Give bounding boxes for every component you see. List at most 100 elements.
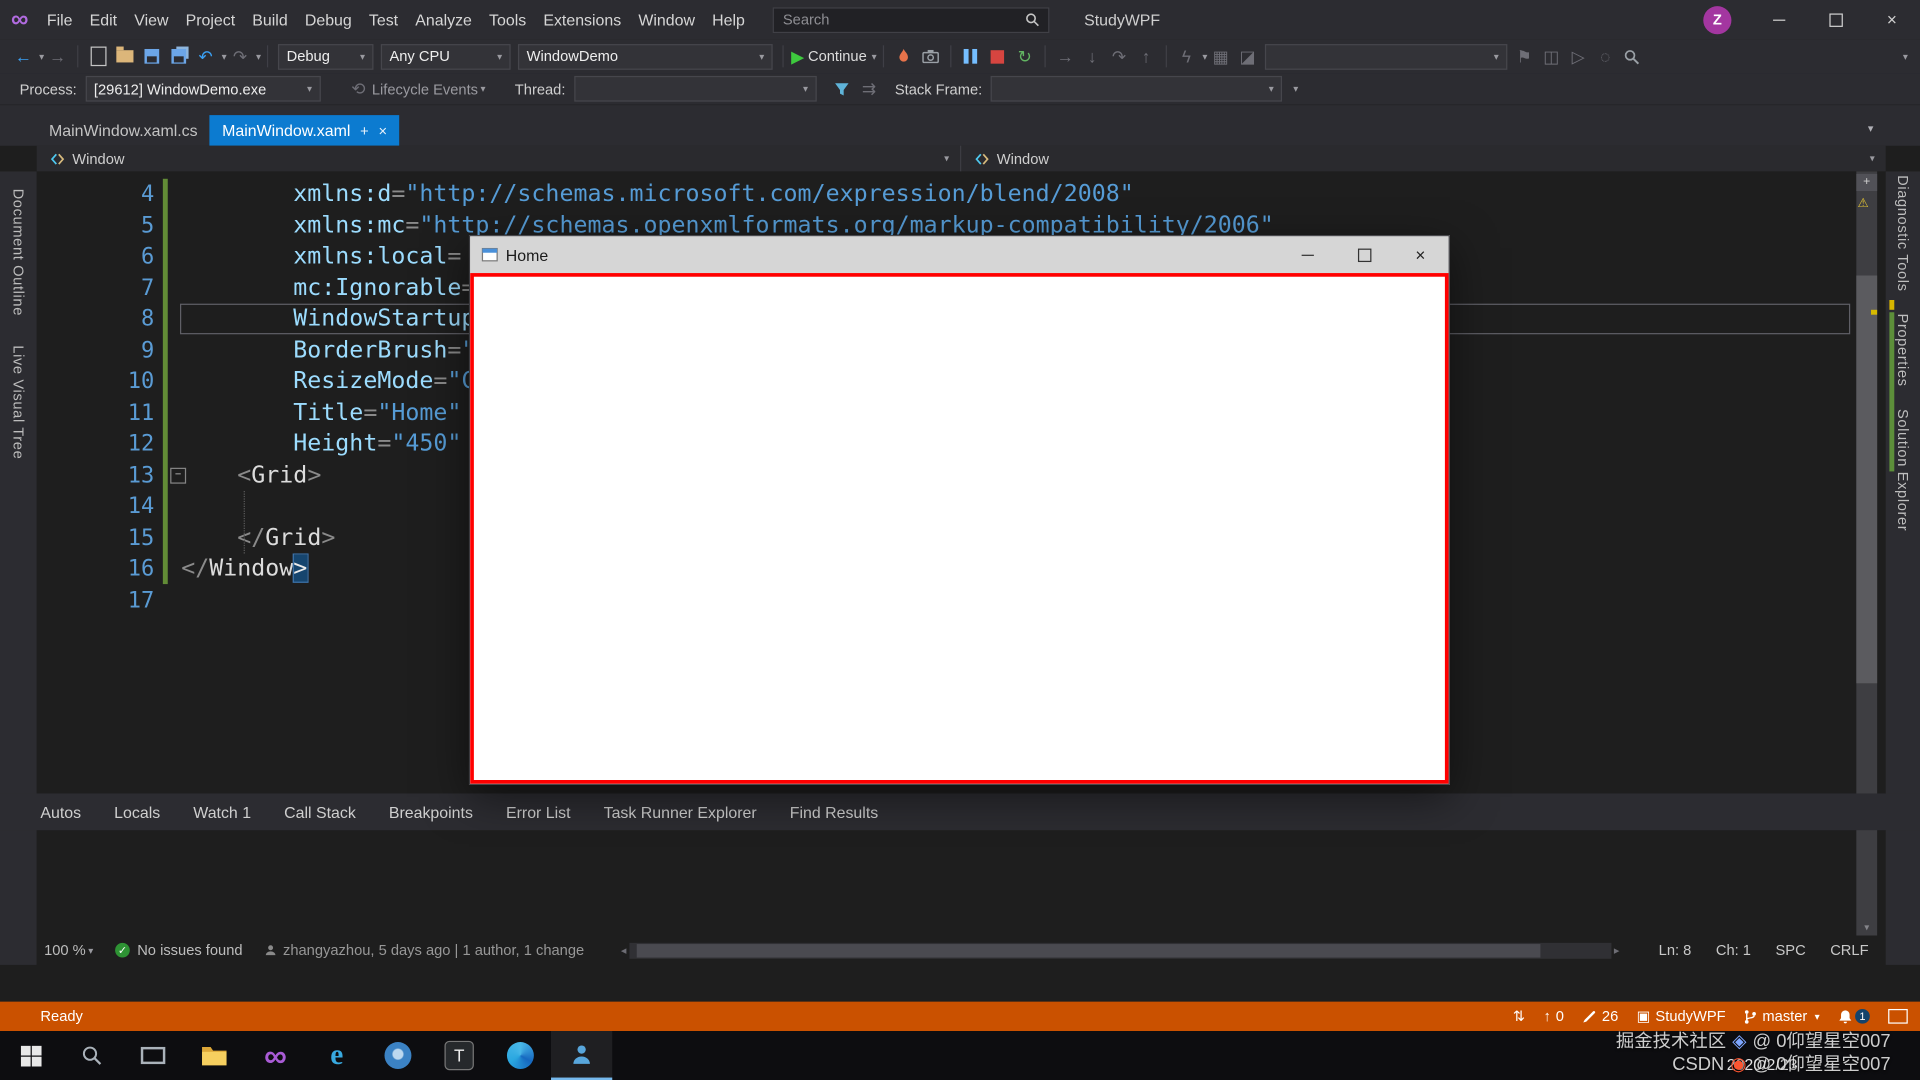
start-button[interactable] (0, 1031, 61, 1080)
home-minimize-button[interactable] (1280, 236, 1336, 273)
home-window-content[interactable] (470, 273, 1448, 784)
file-explorer-button[interactable] (184, 1031, 245, 1080)
scroll-right-icon[interactable]: ▸ (1614, 943, 1620, 956)
menu-view[interactable]: View (126, 0, 177, 39)
menu-test[interactable]: Test (360, 0, 406, 39)
menu-analyze[interactable]: Analyze (407, 0, 481, 39)
zoom-control[interactable]: 100 % ▾ (44, 942, 93, 959)
side-tab-solution-explorer[interactable]: Solution Explorer (1894, 409, 1911, 531)
startup-project-dropdown[interactable]: WindowDemo ▾ (518, 43, 773, 69)
pin-tab-icon[interactable]: + (360, 122, 369, 139)
menu-build[interactable]: Build (244, 0, 297, 39)
panel-tab-locals[interactable]: Locals (114, 803, 160, 821)
toolbar-icon-5[interactable]: ▷ (1566, 43, 1590, 70)
show-threads-in-source-button[interactable]: ⇉ (857, 75, 881, 102)
step-into-button[interactable]: ↓ (1080, 43, 1104, 70)
panel-tab-task-runner-explorer[interactable]: Task Runner Explorer (604, 803, 757, 821)
minimize-button[interactable] (1751, 0, 1807, 39)
new-file-button[interactable] (86, 43, 110, 70)
hscroll-thumb[interactable] (636, 943, 1540, 956)
menu-debug[interactable]: Debug (296, 0, 360, 39)
close-button[interactable]: × (1864, 0, 1920, 39)
redo-button[interactable]: ↷ (228, 43, 252, 70)
space-indicator[interactable]: SPC (1775, 942, 1805, 959)
open-file-button[interactable] (113, 43, 137, 70)
repository-button[interactable]: ▣ StudyWPF (1637, 1008, 1726, 1025)
git-blame-info[interactable]: zhangyazhou, 5 days ago | 1 author, 1 ch… (265, 942, 585, 959)
lifecycle-events-button[interactable]: ⟲ (346, 75, 370, 102)
continue-button[interactable]: ▶ (791, 43, 804, 70)
close-tab-icon[interactable]: × (379, 122, 388, 139)
break-all-button[interactable] (959, 43, 983, 70)
sync-commits-button[interactable]: ⇅ (1513, 1008, 1525, 1025)
hot-reload-button[interactable] (891, 43, 915, 70)
document-list-dropdown-icon[interactable]: ▾ (1868, 122, 1874, 135)
continue-label[interactable]: Continue (808, 48, 867, 65)
home-maximize-button[interactable] (1336, 236, 1392, 273)
scroll-left-icon[interactable]: ◂ (621, 943, 627, 956)
windowdemo-app-button[interactable] (551, 1031, 612, 1080)
account-avatar[interactable]: Z (1703, 6, 1731, 34)
toolbar-icon-4[interactable]: ◫ (1539, 43, 1563, 70)
show-next-statement-button[interactable]: → (1053, 43, 1077, 70)
split-editor-handle[interactable]: + (1856, 174, 1877, 191)
solution-configuration-dropdown[interactable]: Debug ▾ (278, 43, 374, 69)
search-box[interactable]: Search (773, 7, 1050, 33)
scroll-down-icon[interactable]: ▾ (1856, 922, 1877, 933)
editor-tab-mainwindow-xaml-cs[interactable]: MainWindow.xaml.cs (37, 115, 210, 146)
navigate-back-dropdown-icon[interactable]: ▾ (39, 51, 44, 62)
toolbar-icon-3[interactable]: ⚑ (1512, 43, 1536, 70)
toolbar-icon-2[interactable]: ◪ (1235, 43, 1259, 70)
xaml-snapshot-button[interactable] (918, 43, 942, 70)
editor-tab-mainwindow-xaml[interactable]: MainWindow.xaml+× (210, 115, 400, 146)
panel-tab-watch-1[interactable]: Watch 1 (193, 803, 251, 821)
side-tab-live-visual-tree[interactable]: Live Visual Tree (10, 345, 27, 459)
navbar-right-dropdown[interactable]: Window ▾ (961, 146, 1885, 172)
live-share-button[interactable] (1888, 1009, 1908, 1024)
wpf-home-window[interactable]: Home × (469, 235, 1450, 785)
branch-button[interactable]: master ▾ (1744, 1008, 1820, 1025)
lifecycle-events-label[interactable]: Lifecycle Events (372, 80, 478, 97)
panel-tab-error-list[interactable]: Error List (506, 803, 571, 821)
step-out-button[interactable]: ↑ (1134, 43, 1158, 70)
toolbar-icon-6[interactable]: ◌ (1593, 43, 1617, 70)
horizontal-scrollbar[interactable]: ◂ ▸ (621, 942, 1620, 958)
health-indicator[interactable]: ✓ No issues found (115, 942, 242, 959)
debugbar-overflow-icon[interactable]: ▾ (1293, 83, 1298, 94)
pending-changes-button[interactable]: 26 (1582, 1008, 1618, 1025)
filter-threads-button[interactable] (830, 75, 854, 102)
column-indicator[interactable]: Ch: 1 (1716, 942, 1751, 959)
taskbar-search-button[interactable] (61, 1031, 122, 1080)
menu-tools[interactable]: Tools (480, 0, 534, 39)
push-commits-button[interactable]: ↑ 0 (1544, 1008, 1564, 1025)
notifications-button[interactable]: 1 (1838, 1009, 1870, 1024)
process-dropdown[interactable]: [29612] WindowDemo.exe ▾ (85, 76, 320, 102)
maximize-button[interactable] (1807, 0, 1863, 39)
line-indicator[interactable]: Ln: 8 (1659, 942, 1692, 959)
menu-extensions[interactable]: Extensions (535, 0, 630, 39)
menu-help[interactable]: Help (704, 0, 754, 39)
toolbar-overflow-icon[interactable]: ▾ (1903, 51, 1908, 62)
toolbar-icon-1[interactable]: ▦ (1208, 43, 1232, 70)
stop-debugging-button[interactable] (986, 43, 1010, 70)
menu-edit[interactable]: Edit (81, 0, 126, 39)
redo-dropdown-icon[interactable]: ▾ (256, 51, 261, 62)
save-all-button[interactable] (167, 43, 191, 70)
eol-indicator[interactable]: CRLF (1830, 942, 1868, 959)
menu-project[interactable]: Project (177, 0, 244, 39)
navigate-back-button[interactable]: ← (11, 43, 35, 70)
visual-studio-taskbar-button[interactable]: ∞ (245, 1031, 306, 1080)
undo-dropdown-icon[interactable]: ▾ (222, 51, 227, 62)
side-tab-document-outline[interactable]: Document Outline (10, 189, 27, 316)
toolbar-search-dropdown[interactable]: ▾ (1265, 43, 1507, 69)
panel-tab-call-stack[interactable]: Call Stack (284, 803, 356, 821)
undo-button[interactable]: ↶ (193, 43, 217, 70)
solution-platform-dropdown[interactable]: Any CPU ▾ (381, 43, 511, 69)
chevron-down-icon[interactable]: ▾ (1202, 51, 1207, 62)
home-close-button[interactable]: × (1392, 236, 1448, 273)
side-tab-diagnostic-tools[interactable]: Diagnostic Tools (1894, 175, 1911, 292)
menu-file[interactable]: File (38, 0, 81, 39)
navigate-forward-button[interactable]: → (45, 43, 69, 70)
fold-collapse-toggle[interactable]: − (170, 468, 186, 484)
hot-path-button[interactable]: ϟ (1174, 43, 1198, 70)
